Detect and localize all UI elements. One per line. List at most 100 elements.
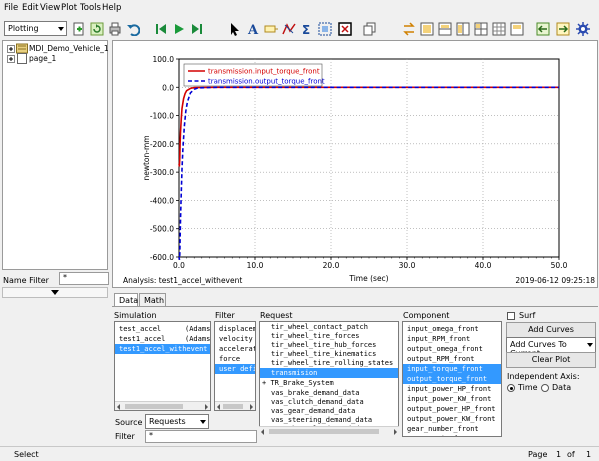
menu-help[interactable]: Help [102, 3, 121, 13]
list-item-selected[interactable]: transmision [260, 368, 398, 378]
data-radio[interactable] [541, 384, 549, 392]
menu-edit[interactable]: Edit [22, 3, 38, 13]
list-item[interactable]: output_power_KW_front [403, 414, 501, 424]
list-item[interactable]: output_power_HP_front [403, 404, 501, 414]
export-icon[interactable] [556, 22, 570, 36]
request-hscroll[interactable] [259, 426, 399, 435]
settings-icon[interactable] [576, 22, 590, 36]
y-tick-label: -100.0 [150, 112, 174, 121]
list-item-selected[interactable]: user defi [215, 364, 255, 374]
toolbar: Plotting A Σ [0, 17, 599, 41]
layout-1-icon[interactable] [420, 22, 434, 36]
menu-plot[interactable]: Plot [61, 3, 77, 13]
layout-4-icon[interactable] [474, 22, 488, 36]
tab-data[interactable]: Data [114, 293, 138, 307]
menu-view[interactable]: View [40, 3, 60, 13]
expand-plus-icon[interactable]: + [262, 379, 266, 387]
add-curves-button[interactable]: Add Curves [506, 322, 596, 338]
list-item[interactable]: displaceme [215, 324, 255, 334]
app-window: File Edit View Plot Tools Help Plotting … [0, 0, 599, 461]
scroll-thumb[interactable] [223, 404, 243, 409]
component-list[interactable]: input_omega_front input_RPM_front output… [402, 321, 502, 437]
mode-select[interactable]: Plotting [4, 21, 67, 36]
text-icon[interactable]: A [246, 22, 260, 36]
tag-icon[interactable] [264, 22, 278, 36]
tree-item-page[interactable]: page_1 [29, 54, 56, 63]
list-item[interactable]: input_power_HP_front [403, 384, 501, 394]
list-item[interactable]: test1_accel (Adams [115, 334, 210, 344]
menu-file[interactable]: File [4, 3, 18, 13]
refresh-icon[interactable] [90, 22, 104, 36]
zoom-box-icon[interactable] [318, 22, 332, 36]
select-arrow-icon[interactable] [228, 22, 242, 36]
horizontal-scrollbar[interactable] [259, 426, 399, 435]
scroll-left-icon[interactable] [117, 404, 120, 410]
name-filter-input[interactable]: * [59, 272, 109, 285]
horizontal-scrollbar[interactable] [115, 401, 210, 410]
plot-canvas: 0.0 10.0 20.0 30.0 40.0 50.0 100.0 0.0 -100.0 -20… [123, 55, 595, 285]
fft-icon[interactable] [282, 22, 296, 36]
x-tick-label: 30.0 [399, 261, 416, 270]
plot-area [178, 58, 560, 258]
expand-icon[interactable] [7, 55, 15, 63]
scroll-thumb[interactable] [269, 429, 379, 434]
new-page-icon[interactable] [72, 22, 86, 36]
x-axis-label: Time (sec) [348, 274, 388, 283]
fit-icon[interactable] [338, 22, 352, 36]
collapse-arrow-icon[interactable] [51, 290, 59, 295]
time-radio[interactable] [507, 384, 515, 392]
undo-icon[interactable] [126, 22, 140, 36]
filter-list[interactable]: displaceme velocity accelerati force use… [214, 321, 256, 411]
grid-icon[interactable] [492, 22, 506, 36]
list-item[interactable]: input_omega_front [403, 324, 501, 334]
list-item[interactable]: tir_wheel_tire_rolling_states [260, 358, 398, 368]
collapse-bar[interactable] [2, 287, 108, 298]
layout-2-icon[interactable] [438, 22, 452, 36]
add-curves-mode-select[interactable]: Add Curves To Current [506, 337, 596, 358]
scroll-right-icon[interactable] [205, 404, 208, 410]
layout-3-icon[interactable] [456, 22, 470, 36]
swap-icon[interactable] [402, 22, 416, 36]
page-icon[interactable] [510, 22, 524, 36]
list-item[interactable]: gear_number_front [403, 424, 501, 434]
surf-checkbox[interactable] [507, 312, 515, 320]
expand-icon[interactable] [7, 45, 15, 53]
scroll-left-icon[interactable] [217, 404, 220, 410]
play-icon[interactable] [172, 22, 186, 36]
request-label: Request [260, 311, 293, 320]
last-frame-icon[interactable] [190, 22, 204, 36]
filter-input[interactable]: * [145, 430, 257, 443]
list-item-selected[interactable]: output_torque_front [403, 374, 501, 384]
scroll-left-icon[interactable] [261, 429, 264, 435]
simulation-list[interactable]: test_accel (Adams test1_accel (Adams test1… [114, 321, 211, 411]
scroll-thumb[interactable] [125, 404, 183, 409]
tab-math[interactable]: Math [139, 293, 166, 307]
list-item[interactable]: force [215, 354, 255, 364]
list-item[interactable]: accelerati [215, 344, 255, 354]
list-item[interactable]: velocity [215, 334, 255, 344]
list-item[interactable]: input_RPM_front [403, 334, 501, 344]
list-item[interactable]: + TR_Brake_System [260, 378, 398, 388]
print-icon[interactable] [108, 22, 122, 36]
scroll-right-icon[interactable] [394, 429, 397, 435]
menu-tools[interactable]: Tools [80, 3, 101, 13]
list-item-selected[interactable]: input_torque_front [403, 364, 501, 374]
list-item[interactable]: output_RPM_front [403, 354, 501, 364]
horizontal-scrollbar[interactable] [215, 401, 255, 410]
list-item[interactable]: input_power_KW_front [403, 394, 501, 404]
source-select[interactable]: Requests [145, 414, 209, 429]
first-frame-icon[interactable] [154, 22, 168, 36]
surf-label: Surf [519, 311, 536, 320]
list-item[interactable]: test_accel (Adams [115, 324, 210, 334]
list-item[interactable]: gear_ratio_front [403, 434, 501, 436]
sigma-icon[interactable]: Σ [300, 22, 314, 36]
import-icon[interactable] [536, 22, 550, 36]
list-item[interactable]: output_omega_front [403, 344, 501, 354]
tree-item-model[interactable]: MDI_Demo_Vehicle_1 [29, 44, 109, 53]
list-item-selected[interactable]: test1_accel_withevent [115, 344, 210, 354]
copy-icon[interactable] [363, 22, 377, 36]
scroll-right-icon[interactable] [250, 404, 253, 410]
request-list[interactable]: tir_wheel_contact_patch tir_wheel_tire_f… [259, 321, 399, 433]
clear-plot-button[interactable]: Clear Plot [506, 352, 596, 368]
svg-text:Σ: Σ [302, 23, 310, 36]
